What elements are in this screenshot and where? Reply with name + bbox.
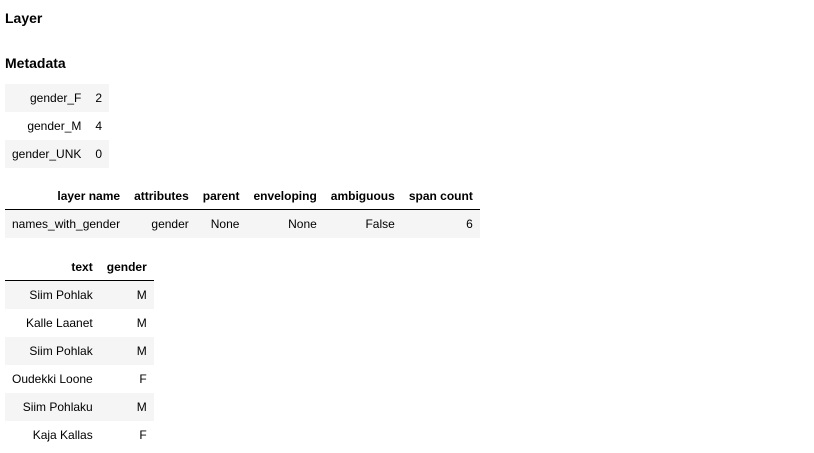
cell-text: Siim Pohlaku: [5, 393, 100, 421]
cell-gender: M: [99, 337, 154, 365]
table-row: Kalle Laanet M: [5, 309, 154, 337]
cell-gender: M: [99, 309, 154, 337]
cell-text: Siim Pohlak: [5, 337, 100, 365]
cell-text: Oudekki Loone: [5, 365, 100, 393]
metadata-heading: Metadata: [5, 55, 66, 71]
metadata-row: gender_M 4: [5, 112, 110, 140]
column-header-text: text: [5, 253, 100, 281]
table-row: Oudekki Loone F: [5, 365, 154, 393]
column-header-ambiguous: ambiguous: [323, 182, 402, 210]
layer-header-row: layer name attributes parent enveloping …: [5, 182, 480, 210]
cell-gender: M: [99, 280, 154, 309]
metadata-table: gender_F 2 gender_M 4 gender_UNK 0: [5, 84, 110, 168]
cell-gender: M: [99, 393, 154, 421]
layer-info-table: layer name attributes parent enveloping …: [5, 182, 480, 238]
column-header-gender: gender: [99, 253, 154, 281]
metadata-key: gender_UNK: [5, 140, 89, 168]
metadata-value: 0: [88, 140, 110, 168]
layer-row: names_with_gender gender None None False…: [5, 209, 480, 238]
table-row: Siim Pohlak M: [5, 337, 154, 365]
layer-heading: Layer: [5, 10, 43, 26]
column-header-parent: parent: [195, 182, 247, 210]
cell-span-count: 6: [401, 209, 480, 238]
column-header-layer-name: layer name: [5, 182, 128, 210]
metadata-row: gender_F 2: [5, 84, 110, 112]
column-header-enveloping: enveloping: [246, 182, 324, 210]
cell-enveloping: None: [246, 209, 324, 238]
cell-text: Siim Pohlak: [5, 280, 100, 309]
column-header-span-count: span count: [401, 182, 480, 210]
cell-parent: None: [195, 209, 247, 238]
cell-attributes: gender: [127, 209, 196, 238]
table-row: Siim Pohlak M: [5, 280, 154, 309]
spans-table: text gender Siim Pohlak M Kalle Laanet M…: [5, 253, 154, 449]
metadata-key: gender_F: [5, 84, 89, 112]
metadata-row: gender_UNK 0: [5, 140, 110, 168]
table-row: Kaja Kallas F: [5, 421, 154, 449]
table-row: Siim Pohlaku M: [5, 393, 154, 421]
spans-header-row: text gender: [5, 253, 154, 281]
cell-layer-name: names_with_gender: [5, 209, 128, 238]
metadata-value: 4: [88, 112, 110, 140]
cell-gender: F: [99, 365, 154, 393]
metadata-key: gender_M: [5, 112, 89, 140]
cell-text: Kaja Kallas: [5, 421, 100, 449]
cell-ambiguous: False: [323, 209, 402, 238]
column-header-attributes: attributes: [127, 182, 196, 210]
cell-gender: F: [99, 421, 154, 449]
metadata-value: 2: [88, 84, 110, 112]
cell-text: Kalle Laanet: [5, 309, 100, 337]
